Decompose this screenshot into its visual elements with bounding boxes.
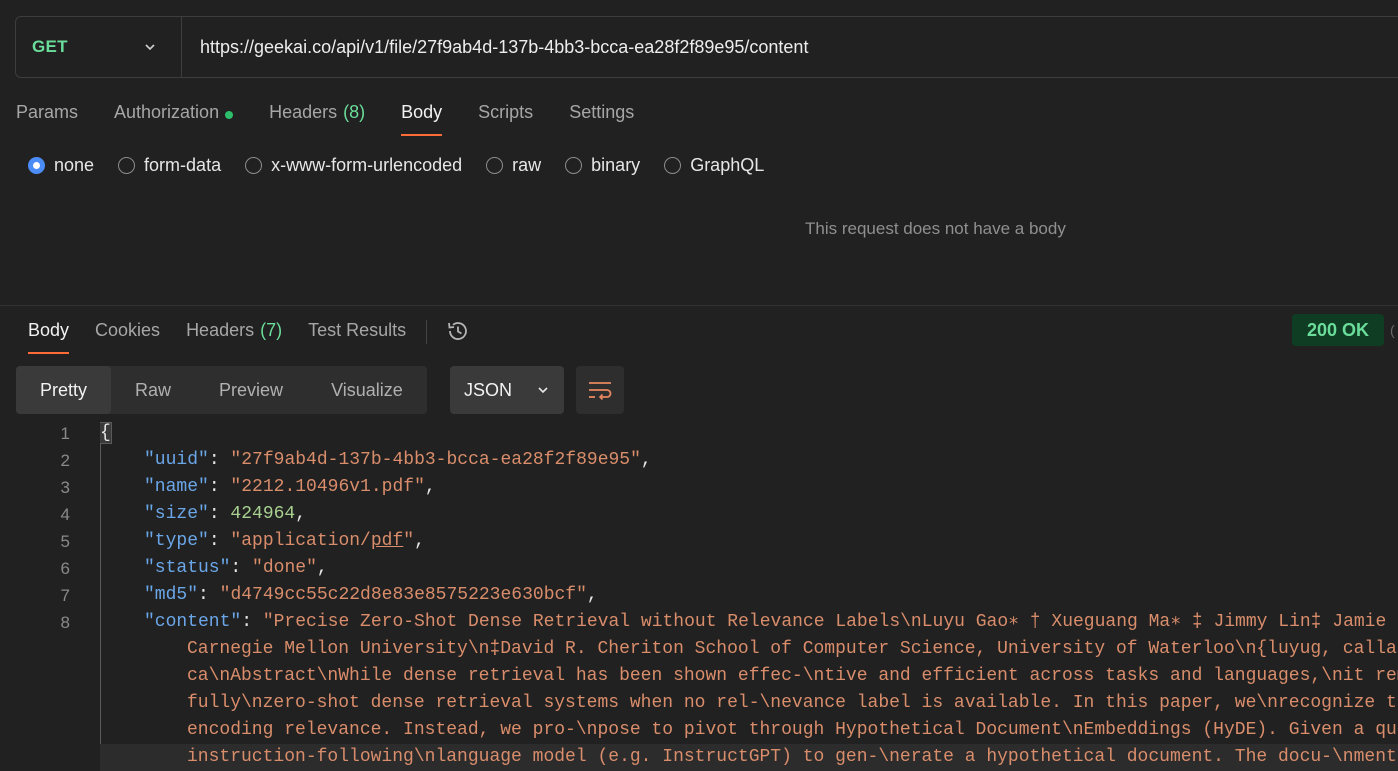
radio-icon (118, 157, 136, 174)
url-bar: GET https://geekai.co/api/v1/file/27f9ab… (15, 16, 1398, 78)
radio-label: none (54, 155, 95, 175)
code-line: "size": 424964, (144, 504, 307, 524)
url-input[interactable]: https://geekai.co/api/v1/file/27f9ab4d-1… (200, 37, 1398, 58)
view-preview-button[interactable]: Preview (195, 366, 307, 414)
tab-label: Headers (269, 102, 338, 122)
response-code-view[interactable]: 1 2 3 4 5 6 7 8 { "uuid": "27f9ab4d-137b… (0, 420, 1398, 771)
code-lines: { "uuid": "27f9ab4d-137b-4bb3-bcca-ea28f… (100, 420, 1398, 771)
json-value-status: done (262, 558, 307, 578)
tab-settings[interactable]: Settings (569, 98, 634, 136)
resp-tab-headers[interactable]: Headers (7) (186, 316, 282, 354)
view-pretty-button[interactable]: Pretty (16, 366, 112, 414)
line-numbers: 1 2 3 4 5 6 7 8 (0, 420, 70, 636)
code-line: "uuid": "27f9ab4d-137b-4bb3-bcca-ea28f2f… (144, 450, 652, 470)
view-raw-button[interactable]: Raw (111, 366, 195, 414)
line-number: 6 (60, 559, 70, 578)
radio-none[interactable]: none (28, 155, 94, 176)
history-icon[interactable] (445, 318, 471, 344)
line-number: 8 (60, 613, 70, 632)
tab-label: Settings (569, 102, 635, 122)
json-value-name: 2212.10496v1.pdf (241, 477, 415, 497)
wrap-lines-button[interactable] (576, 366, 624, 414)
tab-label: Params (16, 102, 79, 122)
pane-divider[interactable] (0, 305, 1398, 306)
format-label: JSON (464, 379, 513, 400)
code-line-wrap: instruction-following\nlanguage model (e… (100, 744, 1398, 771)
radio-label: binary (591, 155, 641, 175)
tab-count: (8) (343, 102, 366, 122)
code-line: "type": "application/pdf", (144, 531, 425, 551)
json-value-md5: d4749cc55c22d8e83e8575223e630bcf (230, 585, 577, 605)
resp-tab-cookies[interactable]: Cookies (95, 316, 160, 354)
line-number: 5 (60, 532, 70, 551)
radio-icon (664, 157, 682, 174)
radio-label: raw (512, 155, 542, 175)
status-badge[interactable]: 200 OK (1292, 314, 1384, 346)
resp-tab-body[interactable]: Body (28, 316, 70, 354)
tab-params[interactable]: Params (16, 98, 78, 136)
line-number: 1 (60, 424, 70, 443)
line-number: 7 (60, 586, 70, 605)
chevron-down-icon (143, 40, 157, 54)
radio-checked-icon (28, 157, 45, 174)
json-value-content: "Precise Zero-Shot Dense Retrieval witho… (262, 612, 1398, 632)
json-value-type-sub: pdf (370, 531, 404, 551)
tab-headers[interactable]: Headers (8) (269, 98, 365, 136)
radio-urlencoded[interactable]: x-www-form-urlencoded (245, 155, 462, 176)
json-value-uuid: 27f9ab4d-137b-4bb3-bcca-ea28f2f89e95 (241, 450, 631, 470)
radio-label: GraphQL (690, 155, 765, 175)
code-line: "content": "Precise Zero-Shot Dense Retr… (100, 609, 1398, 636)
radio-graphql[interactable]: GraphQL (664, 155, 764, 176)
radio-raw[interactable]: raw (486, 155, 541, 176)
code-line: "md5": "d4749cc55c22d8e83e8575223e630bcf… (144, 585, 598, 605)
tab-label: Headers (186, 320, 255, 340)
radio-icon (565, 157, 583, 174)
tab-separator (426, 320, 428, 344)
format-select[interactable]: JSON (450, 366, 564, 414)
tab-label: Scripts (478, 102, 534, 122)
view-mode-group: Pretty Raw Preview Visualize (16, 366, 427, 414)
radio-icon (245, 157, 263, 174)
line-number: 2 (60, 451, 70, 470)
tab-label: Body (401, 102, 443, 122)
tab-label: Authorization (114, 102, 220, 122)
code-line-wrap: encoding relevance. Instead, we pro-\npo… (187, 720, 1398, 740)
tab-label: Test Results (308, 320, 407, 340)
line-number: 4 (60, 505, 70, 524)
code-line: { (100, 422, 112, 444)
radio-binary[interactable]: binary (565, 155, 640, 176)
resp-tab-test-results[interactable]: Test Results (308, 316, 406, 354)
radio-label: x-www-form-urlencoded (271, 155, 463, 175)
line-number: 3 (60, 478, 70, 497)
code-line-wrap: fully\nzero-shot dense retrieval systems… (187, 693, 1397, 713)
json-value-size: 424964 (230, 504, 296, 524)
code-line-wrap: ca\nAbstract\nWhile dense retrieval has … (187, 666, 1398, 686)
chevron-down-icon (536, 383, 550, 397)
tab-label: Cookies (95, 320, 161, 340)
radio-label: form-data (144, 155, 222, 175)
code-line-wrap: Carnegie Mellon University\n‡David R. Ch… (187, 639, 1397, 659)
method-select[interactable]: GET (16, 17, 182, 77)
view-visualize-button[interactable]: Visualize (307, 366, 427, 414)
tab-label: Body (28, 320, 70, 340)
code-line: "status": "done", (144, 558, 328, 578)
radio-icon (486, 157, 504, 174)
status-overflow: ( (1390, 322, 1395, 338)
tab-authorization[interactable]: Authorization (114, 98, 234, 136)
code-line: "name": "2212.10496v1.pdf", (144, 477, 436, 497)
tab-body[interactable]: Body (401, 98, 443, 136)
wrap-icon (589, 382, 612, 400)
request-tabs: Params Authorization Headers (8) Body Scr… (16, 98, 670, 138)
response-tabs: Body Cookies Headers (7) Test Results (28, 316, 471, 354)
method-label: GET (32, 37, 68, 56)
tab-count: (7) (260, 320, 283, 340)
radio-form-data[interactable]: form-data (118, 155, 221, 176)
status-dot-icon (225, 111, 234, 119)
tab-scripts[interactable]: Scripts (478, 98, 533, 136)
empty-body-message: This request does not have a body (805, 219, 1066, 238)
body-type-radios: none form-data x-www-form-urlencoded raw… (28, 155, 788, 176)
json-value-type: application/ (241, 531, 371, 551)
